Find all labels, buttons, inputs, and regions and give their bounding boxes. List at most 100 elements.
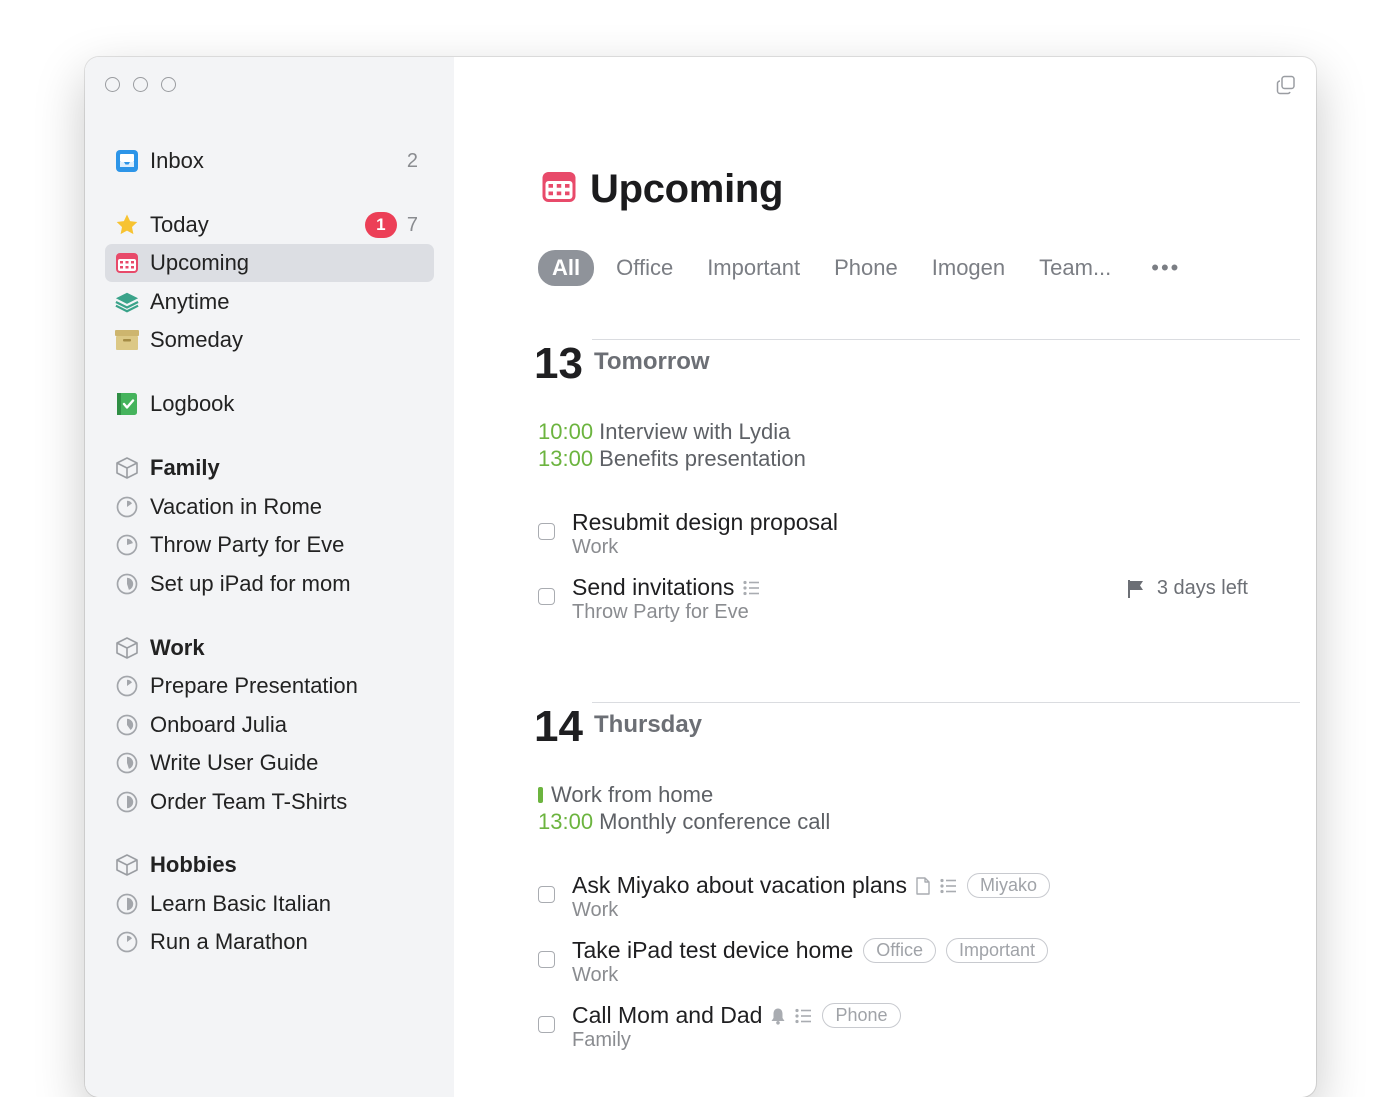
sidebar-project-label: Prepare Presentation xyxy=(150,673,358,698)
app-window: Inbox 2 Today 1 7 Upcoming Anytime Somed… xyxy=(85,57,1316,1097)
tag-filter-bar: All Office Important Phone Imogen Team..… xyxy=(538,250,1180,286)
filter-tag-phone[interactable]: Phone xyxy=(834,255,898,281)
sidebar-item-label: Anytime xyxy=(150,289,230,314)
sidebar-project[interactable]: Run a Marathon xyxy=(105,923,434,961)
sidebar-area-hobbies[interactable]: Hobbies xyxy=(105,846,434,884)
area-cube-icon xyxy=(115,636,139,660)
todo-checkbox[interactable] xyxy=(538,588,555,605)
day-number: 13 xyxy=(534,339,583,388)
checklist-icon xyxy=(939,877,957,895)
sidebar-project[interactable]: Order Team T-Shirts xyxy=(105,783,434,821)
sidebar-project[interactable]: Vacation in Rome xyxy=(105,488,434,526)
todo-title: Call Mom and Dad xyxy=(572,1002,763,1028)
sidebar-project-label: Run a Marathon xyxy=(150,929,308,954)
sidebar-project-label: Write User Guide xyxy=(150,750,319,775)
checklist-icon xyxy=(742,579,760,597)
main-content: Upcoming All Office Important Phone Imog… xyxy=(454,57,1316,1097)
tag-pill[interactable]: Miyako xyxy=(966,873,1050,898)
project-progress-icon xyxy=(115,892,139,916)
sidebar-item-anytime[interactable]: Anytime xyxy=(105,283,434,321)
minimize-window-button[interactable] xyxy=(133,77,148,92)
filter-tag-office[interactable]: Office xyxy=(616,255,673,281)
sidebar-project-label: Vacation in Rome xyxy=(150,494,323,519)
todo-title: Take iPad test device home xyxy=(572,937,854,963)
todo-project: Work xyxy=(572,899,619,921)
todo-project: Throw Party for Eve xyxy=(572,601,749,623)
day-name: Tomorrow xyxy=(594,348,710,375)
todo-checkbox[interactable] xyxy=(538,886,555,903)
calendar-event[interactable]: 13:00 Monthly conference call xyxy=(538,809,830,835)
event-time: 13:00 xyxy=(538,446,594,471)
sidebar-item-logbook[interactable]: Logbook xyxy=(105,385,434,423)
archive-box-icon xyxy=(115,328,139,352)
calendar-icon xyxy=(540,169,578,210)
calendar-event[interactable]: 10:00 Interview with Lydia xyxy=(538,419,790,445)
logbook-icon xyxy=(115,392,139,416)
sidebar-item-today[interactable]: Today 1 7 xyxy=(105,206,434,244)
calendar-event[interactable]: 13:00 Benefits presentation xyxy=(538,446,806,472)
tag-pill[interactable]: Phone xyxy=(822,1003,901,1028)
todo-checkbox[interactable] xyxy=(538,1016,555,1033)
project-progress-icon xyxy=(115,674,139,698)
sidebar-item-label: Upcoming xyxy=(150,250,250,275)
todo-checkbox[interactable] xyxy=(538,523,555,540)
project-progress-icon xyxy=(115,572,139,596)
sidebar-project-label: Learn Basic Italian xyxy=(150,891,331,916)
sidebar-item-label: Someday xyxy=(150,327,243,352)
tag-pill[interactable]: Office xyxy=(863,938,936,963)
todo-title: Ask Miyako about vacation plans xyxy=(572,872,907,898)
sidebar-item-someday[interactable]: Someday xyxy=(105,321,434,359)
event-title: Interview with Lydia xyxy=(593,419,791,444)
sidebar-item-upcoming[interactable]: Upcoming xyxy=(105,244,434,282)
filter-tag-all[interactable]: All xyxy=(538,250,595,286)
sidebar-item-inbox[interactable]: Inbox 2 xyxy=(105,142,434,180)
sidebar-area-label: Family xyxy=(150,455,220,480)
sidebar-project[interactable]: Onboard Julia xyxy=(105,706,434,744)
event-title: Monthly conference call xyxy=(593,809,831,834)
page-header: Upcoming xyxy=(540,167,783,212)
close-window-button[interactable] xyxy=(105,77,120,92)
sidebar-project[interactable]: Set up iPad for mom xyxy=(105,565,434,603)
layers-icon xyxy=(115,290,139,314)
filter-tag-important[interactable]: Important xyxy=(707,255,800,281)
sidebar-project-label: Throw Party for Eve xyxy=(150,532,345,557)
inbox-count: 2 xyxy=(406,149,418,172)
new-window-icon[interactable] xyxy=(1276,75,1296,100)
tag-pill[interactable]: Important xyxy=(945,938,1049,963)
calendar-icon xyxy=(115,251,139,275)
todo-project: Work xyxy=(572,964,619,986)
event-title: Work from home xyxy=(551,782,714,807)
day-divider xyxy=(592,339,1300,340)
today-count: 7 xyxy=(406,213,418,236)
project-progress-icon xyxy=(115,713,139,737)
project-progress-icon xyxy=(115,751,139,775)
day-number: 14 xyxy=(534,702,583,751)
note-icon xyxy=(915,876,931,895)
sidebar-project-label: Order Team T-Shirts xyxy=(150,789,348,814)
sidebar-project[interactable]: Learn Basic Italian xyxy=(105,885,434,923)
sidebar-project-label: Set up iPad for mom xyxy=(150,571,351,596)
calendar-event-all-day[interactable]: Work from home xyxy=(538,782,713,808)
filter-tag-team[interactable]: Team... xyxy=(1039,255,1111,281)
day-divider xyxy=(592,702,1300,703)
more-tags-button[interactable]: ••• xyxy=(1151,255,1180,281)
sidebar-area-work[interactable]: Work xyxy=(105,629,434,667)
flag-icon xyxy=(1127,579,1143,598)
project-progress-icon xyxy=(115,790,139,814)
todo-project: Work xyxy=(572,536,619,558)
deadline-indicator: 3 days left xyxy=(1126,577,1248,600)
sidebar-project-label: Onboard Julia xyxy=(150,712,287,737)
zoom-window-button[interactable] xyxy=(161,77,176,92)
sidebar-project[interactable]: Write User Guide xyxy=(105,744,434,782)
star-icon xyxy=(115,213,139,237)
todo-checkbox[interactable] xyxy=(538,951,555,968)
deadline-text: 3 days left xyxy=(1156,577,1248,599)
sidebar-area-label: Work xyxy=(150,635,205,660)
sidebar-project[interactable]: Throw Party for Eve xyxy=(105,526,434,564)
overdue-badge: 1 xyxy=(364,212,397,238)
sidebar-project[interactable]: Prepare Presentation xyxy=(105,667,434,705)
event-title: Benefits presentation xyxy=(593,446,806,471)
sidebar-area-family[interactable]: Family xyxy=(105,449,434,487)
event-time: 13:00 xyxy=(538,809,594,834)
filter-tag-imogen[interactable]: Imogen xyxy=(932,255,1005,281)
